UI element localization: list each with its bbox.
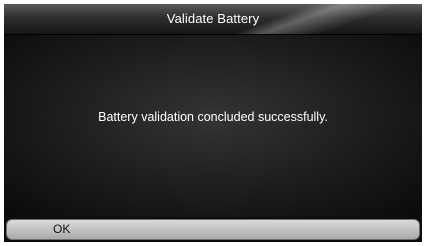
ok-button[interactable]: OK <box>6 219 420 240</box>
ok-button-label: OK <box>53 222 71 236</box>
title-bar: Validate Battery <box>4 4 422 35</box>
device-frame: Validate Battery Battery validation conc… <box>0 0 427 246</box>
page-title: Validate Battery <box>166 11 260 26</box>
status-message: Battery validation concluded successfull… <box>98 110 328 124</box>
content-area: Battery validation concluded successfull… <box>4 35 422 217</box>
screen: Validate Battery Battery validation conc… <box>4 4 422 242</box>
